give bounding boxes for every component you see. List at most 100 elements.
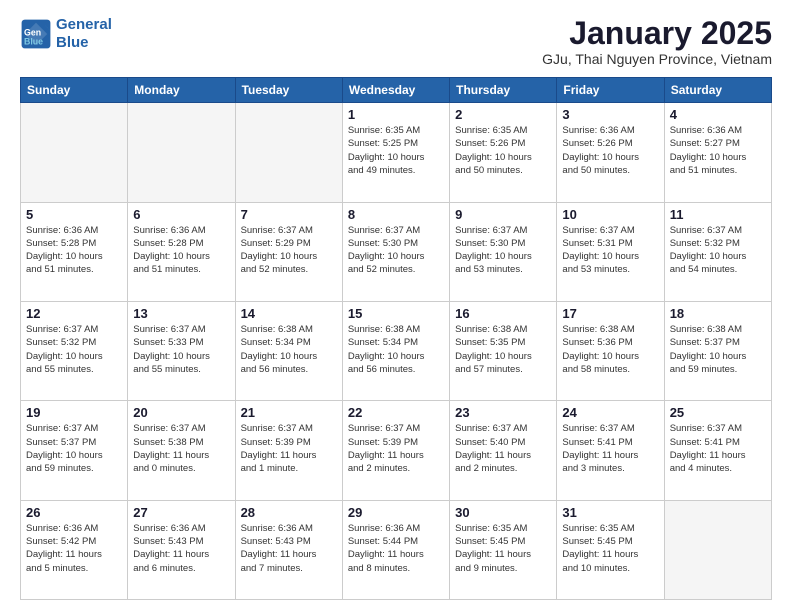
day-info: Sunrise: 6:37 AM Sunset: 5:40 PM Dayligh…	[455, 422, 551, 475]
calendar-day-cell: 14Sunrise: 6:38 AM Sunset: 5:34 PM Dayli…	[235, 301, 342, 400]
calendar-day-cell: 15 Sunrise: 6:38 AM Sunset: 5:34 PM Dayli…	[342, 301, 449, 400]
day-info: Sunrise: 6:36 AM Sunset: 5:26 PM Dayligh…	[562, 124, 658, 177]
calendar-day-cell: 4 Sunrise: 6:36 AM Sunset: 5:27 PM Daylig…	[664, 103, 771, 202]
day-info: Sunrise: 6:37 AM Sunset: 5:29 PM Dayligh…	[241, 224, 337, 277]
svg-text:Blue: Blue	[24, 36, 43, 46]
day-number: 12	[26, 306, 122, 321]
logo-text: General Blue	[56, 16, 112, 52]
day-info: Sunrise: 6:38 AM Sunset: 5:37 PM Dayligh…	[670, 323, 766, 376]
day-number: 13	[133, 306, 229, 321]
calendar-week-row: 12 Sunrise: 6:37 AM Sunset: 5:32 PM Dayli…	[21, 301, 772, 400]
calendar-title: January 2025	[542, 16, 772, 51]
day-info: Sunrise: 6:37 AM Sunset: 5:38 PM Dayligh…	[133, 422, 229, 475]
day-number: 17	[562, 306, 658, 321]
calendar-day-cell: 26Sunrise: 6:36 AM Sunset: 5:42 PM Dayli…	[21, 500, 128, 599]
calendar-day-cell	[235, 103, 342, 202]
calendar-day-cell	[664, 500, 771, 599]
calendar-table: SundayMondayTuesdayWednesdayThursdayFrid…	[20, 77, 772, 600]
calendar-header-row: SundayMondayTuesdayWednesdayThursdayFrid…	[21, 78, 772, 103]
calendar-day-cell: 6 Sunrise: 6:36 AM Sunset: 5:28 PM Daylig…	[128, 202, 235, 301]
calendar-day-cell: 10 Sunrise: 6:37 AM Sunset: 5:31 PM Dayli…	[557, 202, 664, 301]
day-info: Sunrise: 6:37 AM Sunset: 5:39 PM Dayligh…	[348, 422, 444, 475]
day-info: Sunrise: 6:37 AM Sunset: 5:41 PM Dayligh…	[670, 422, 766, 475]
calendar-day-cell: 3 Sunrise: 6:36 AM Sunset: 5:26 PM Daylig…	[557, 103, 664, 202]
day-info: Sunrise: 6:38 AM Sunset: 5:34 PM Dayligh…	[348, 323, 444, 376]
calendar-day-cell: 2Sunrise: 6:35 AM Sunset: 5:26 PM Daylig…	[450, 103, 557, 202]
calendar-day-cell: 13Sunrise: 6:37 AM Sunset: 5:33 PM Dayli…	[128, 301, 235, 400]
day-number: 14	[241, 306, 337, 321]
calendar-day-header: Monday	[128, 78, 235, 103]
day-number: 1	[348, 107, 444, 122]
day-number: 28	[241, 505, 337, 520]
day-info: Sunrise: 6:37 AM Sunset: 5:31 PM Dayligh…	[562, 224, 658, 277]
calendar-day-header: Sunday	[21, 78, 128, 103]
day-number: 16	[455, 306, 551, 321]
day-number: 22	[348, 405, 444, 420]
calendar-day-header: Wednesday	[342, 78, 449, 103]
calendar-day-header: Tuesday	[235, 78, 342, 103]
day-info: Sunrise: 6:36 AM Sunset: 5:28 PM Dayligh…	[26, 224, 122, 277]
day-number: 29	[348, 505, 444, 520]
title-block: January 2025 GJu, Thai Nguyen Province, …	[542, 16, 772, 67]
day-info: Sunrise: 6:37 AM Sunset: 5:41 PM Dayligh…	[562, 422, 658, 475]
day-number: 4	[670, 107, 766, 122]
day-info: Sunrise: 6:37 AM Sunset: 5:37 PM Dayligh…	[26, 422, 122, 475]
calendar-day-cell: 7 Sunrise: 6:37 AM Sunset: 5:29 PM Daylig…	[235, 202, 342, 301]
calendar-day-cell: 31 Sunrise: 6:35 AM Sunset: 5:45 PM Dayli…	[557, 500, 664, 599]
day-number: 7	[241, 207, 337, 222]
day-info: Sunrise: 6:37 AM Sunset: 5:30 PM Dayligh…	[348, 224, 444, 277]
day-info: Sunrise: 6:37 AM Sunset: 5:39 PM Dayligh…	[241, 422, 337, 475]
calendar-day-cell: 8 Sunrise: 6:37 AM Sunset: 5:30 PM Daylig…	[342, 202, 449, 301]
day-number: 18	[670, 306, 766, 321]
calendar-day-cell: 1 Sunrise: 6:35 AM Sunset: 5:25 PM Daylig…	[342, 103, 449, 202]
day-number: 20	[133, 405, 229, 420]
calendar-day-header: Thursday	[450, 78, 557, 103]
day-number: 25	[670, 405, 766, 420]
day-number: 2	[455, 107, 551, 122]
day-info: Sunrise: 6:36 AM Sunset: 5:28 PM Dayligh…	[133, 224, 229, 277]
day-info: Sunrise: 6:38 AM Sunset: 5:35 PM Dayligh…	[455, 323, 551, 376]
day-number: 21	[241, 405, 337, 420]
calendar-week-row: 5 Sunrise: 6:36 AM Sunset: 5:28 PM Daylig…	[21, 202, 772, 301]
day-info: Sunrise: 6:36 AM Sunset: 5:42 PM Dayligh…	[26, 522, 122, 575]
calendar-day-cell: 24 Sunrise: 6:37 AM Sunset: 5:41 PM Dayli…	[557, 401, 664, 500]
day-number: 5	[26, 207, 122, 222]
calendar-week-row: 19 Sunrise: 6:37 AM Sunset: 5:37 PM Dayli…	[21, 401, 772, 500]
day-info: Sunrise: 6:35 AM Sunset: 5:25 PM Dayligh…	[348, 124, 444, 177]
day-number: 23	[455, 405, 551, 420]
calendar-day-cell: 16 Sunrise: 6:38 AM Sunset: 5:35 PM Dayli…	[450, 301, 557, 400]
day-number: 8	[348, 207, 444, 222]
day-number: 10	[562, 207, 658, 222]
calendar-day-cell: 28 Sunrise: 6:36 AM Sunset: 5:43 PM Dayli…	[235, 500, 342, 599]
day-info: Sunrise: 6:37 AM Sunset: 5:32 PM Dayligh…	[26, 323, 122, 376]
calendar-day-cell: 18 Sunrise: 6:38 AM Sunset: 5:37 PM Dayli…	[664, 301, 771, 400]
day-number: 6	[133, 207, 229, 222]
calendar-day-cell: 17Sunrise: 6:38 AM Sunset: 5:36 PM Dayli…	[557, 301, 664, 400]
day-number: 3	[562, 107, 658, 122]
page: Gen Blue General Blue January 2025 GJu, …	[0, 0, 792, 612]
day-number: 9	[455, 207, 551, 222]
day-number: 27	[133, 505, 229, 520]
day-info: Sunrise: 6:35 AM Sunset: 5:45 PM Dayligh…	[562, 522, 658, 575]
calendar-day-cell: 22 Sunrise: 6:37 AM Sunset: 5:39 PM Dayli…	[342, 401, 449, 500]
calendar-day-cell: 20 Sunrise: 6:37 AM Sunset: 5:38 PM Dayli…	[128, 401, 235, 500]
calendar-subtitle: GJu, Thai Nguyen Province, Vietnam	[542, 51, 772, 67]
day-number: 30	[455, 505, 551, 520]
calendar-day-cell: 25 Sunrise: 6:37 AM Sunset: 5:41 PM Dayli…	[664, 401, 771, 500]
day-info: Sunrise: 6:36 AM Sunset: 5:43 PM Dayligh…	[133, 522, 229, 575]
calendar-day-cell: 5 Sunrise: 6:36 AM Sunset: 5:28 PM Daylig…	[21, 202, 128, 301]
day-info: Sunrise: 6:37 AM Sunset: 5:32 PM Dayligh…	[670, 224, 766, 277]
day-info: Sunrise: 6:36 AM Sunset: 5:27 PM Dayligh…	[670, 124, 766, 177]
day-number: 24	[562, 405, 658, 420]
calendar-day-cell: 30Sunrise: 6:35 AM Sunset: 5:45 PM Dayli…	[450, 500, 557, 599]
day-number: 19	[26, 405, 122, 420]
calendar-day-cell: 23 Sunrise: 6:37 AM Sunset: 5:40 PM Dayli…	[450, 401, 557, 500]
day-number: 15	[348, 306, 444, 321]
calendar-week-row: 26Sunrise: 6:36 AM Sunset: 5:42 PM Dayli…	[21, 500, 772, 599]
day-info: Sunrise: 6:36 AM Sunset: 5:43 PM Dayligh…	[241, 522, 337, 575]
calendar-day-header: Saturday	[664, 78, 771, 103]
calendar-week-row: 1 Sunrise: 6:35 AM Sunset: 5:25 PM Daylig…	[21, 103, 772, 202]
day-number: 31	[562, 505, 658, 520]
day-number: 11	[670, 207, 766, 222]
calendar-day-cell	[21, 103, 128, 202]
